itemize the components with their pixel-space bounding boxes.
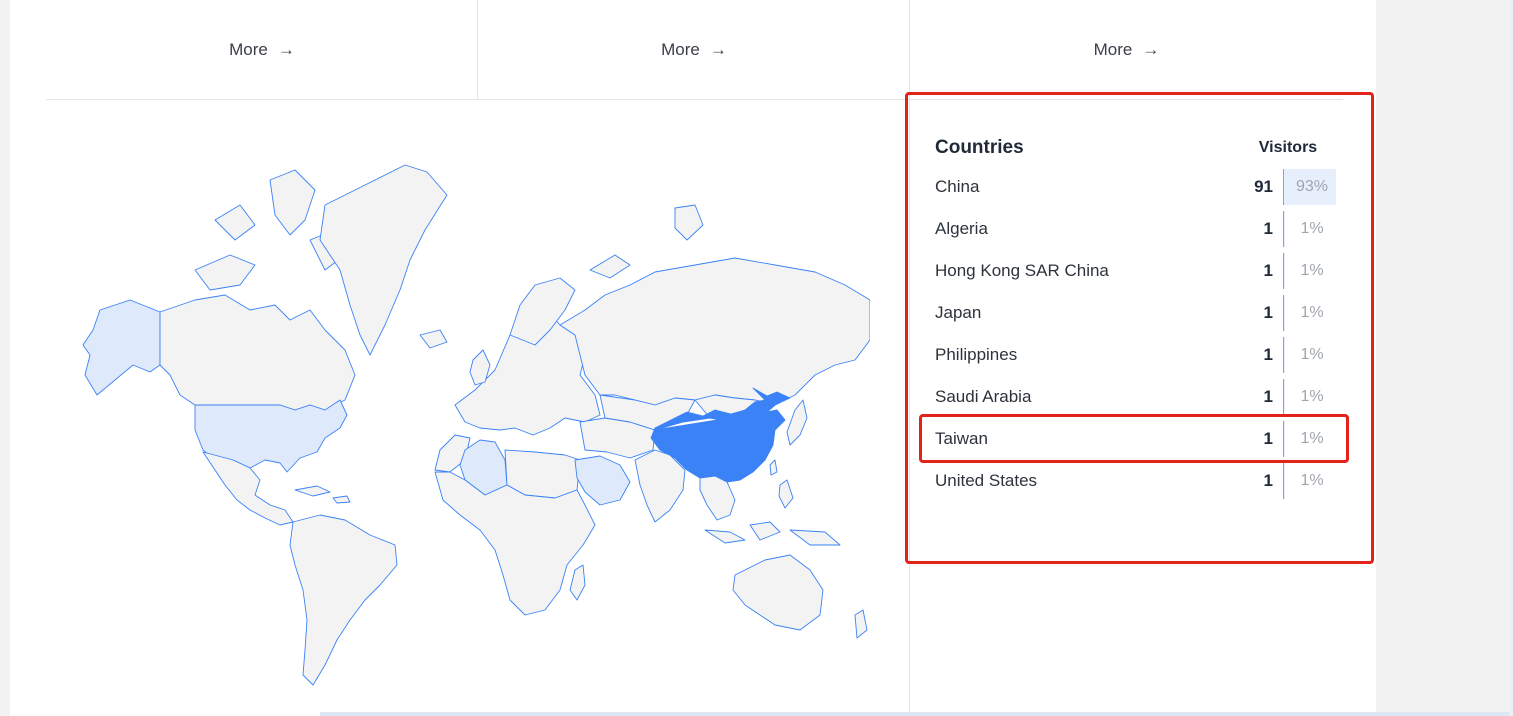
map-country-saudi-arabia[interactable] (574, 455, 631, 506)
map-country-alaska[interactable] (82, 299, 161, 396)
more-links-row: More → More → More → (46, 0, 1343, 100)
world-map-svg (82, 164, 871, 686)
arrow-right-icon: → (277, 39, 295, 59)
more-link-label: More (229, 39, 268, 59)
map-continent-africa[interactable] (434, 471, 596, 616)
map-region-caribbean[interactable] (294, 485, 351, 504)
more-link-1[interactable]: More → (46, 0, 478, 99)
map-country-iceland[interactable] (419, 329, 448, 349)
map-continent-south-america[interactable] (289, 514, 398, 686)
map-country-philippines[interactable] (778, 479, 794, 509)
annotation-box-taiwan (919, 414, 1349, 463)
map-country-indonesia[interactable] (704, 521, 841, 546)
more-link-label: More (661, 39, 700, 59)
more-link-3[interactable]: More → (910, 0, 1343, 99)
map-country-greenland[interactable] (319, 164, 448, 356)
map-country-new-zealand[interactable] (854, 609, 868, 639)
map-country-japan[interactable] (786, 399, 808, 446)
map-country-russia[interactable] (559, 257, 871, 406)
map-region-southeast-asia[interactable] (699, 475, 736, 521)
more-link-label: More (1093, 39, 1133, 59)
world-map[interactable] (55, 160, 871, 695)
annotation-box-countries (905, 92, 1374, 564)
map-country-canada[interactable] (159, 294, 356, 411)
more-link-2[interactable]: More → (478, 0, 910, 99)
scroll-strip (320, 712, 1513, 716)
arrow-right-icon: → (1142, 39, 1160, 59)
map-country-taiwan[interactable] (769, 459, 778, 476)
map-country-australia[interactable] (732, 554, 824, 631)
window-edge (1509, 0, 1513, 716)
arrow-right-icon: → (709, 39, 727, 59)
map-country-madagascar[interactable] (569, 564, 586, 601)
